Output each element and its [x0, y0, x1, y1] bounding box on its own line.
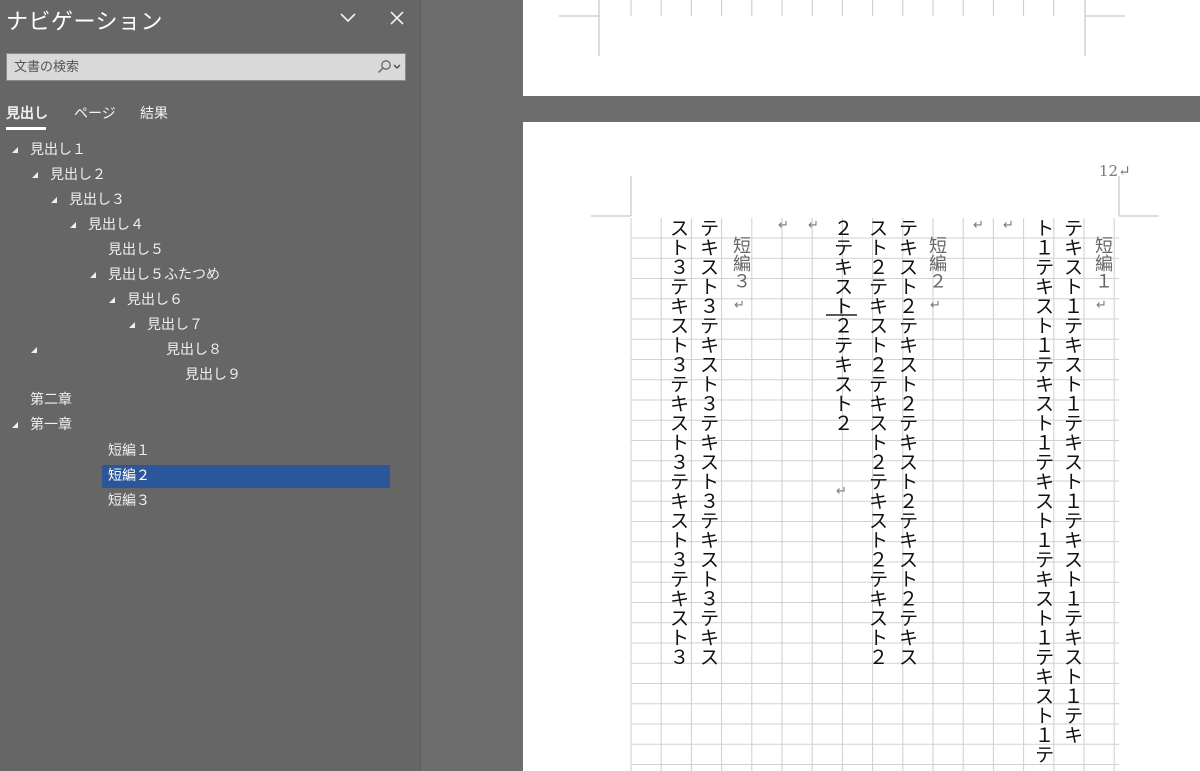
collapse-triangle-icon[interactable]: [11, 139, 21, 162]
search-button[interactable]: [371, 58, 403, 76]
search-input[interactable]: [7, 54, 367, 80]
navigation-pane: ナビゲーション 見出し ページ 結果 見出し１ 見出し２ 見出し３ 見出し４ 見出し５ 見…: [0, 0, 420, 771]
text-column: ト１テキスト１テキスト１テキスト１テキスト１テキスト１テ: [1031, 218, 1054, 764]
story-title: 短編１: [1092, 236, 1113, 290]
tree-item-label: 見出し４: [88, 217, 144, 233]
tree-item[interactable]: 第二章: [30, 389, 72, 412]
close-icon: [390, 11, 404, 25]
tab-results[interactable]: 結果: [140, 103, 168, 123]
tree-item-label: 見出し５ふたつめ: [108, 267, 220, 283]
tree-item-label: 見出し２: [50, 167, 106, 183]
tree-item[interactable]: 見出し８: [166, 339, 222, 362]
text-column: スト２テキスト２テキスト２テキスト２テキスト２: [865, 218, 888, 667]
collapse-triangle-icon[interactable]: [128, 314, 138, 337]
search-box: [6, 53, 406, 81]
tree-item-label: 第二章: [30, 392, 72, 408]
search-icon: [378, 60, 401, 73]
paragraph-mark-icon: ↵: [808, 218, 819, 233]
tree-item[interactable]: 見出し１: [30, 139, 86, 162]
tree-item-label: 見出し３: [69, 192, 125, 208]
tab-headings[interactable]: 見出し: [6, 103, 48, 123]
chevron-down-icon: [340, 13, 356, 23]
collapse-triangle-icon[interactable]: [31, 164, 41, 187]
tree-item[interactable]: 見出し５: [108, 239, 164, 262]
tab-pages[interactable]: ページ: [74, 103, 116, 123]
tree-item-label: 短編３: [108, 493, 150, 509]
tree-item[interactable]: 見出し６: [127, 289, 183, 312]
text-column: ２テキスト２テキスト２: [830, 218, 853, 433]
story-title: 短編３: [730, 236, 751, 290]
tree-item[interactable]: 見出し７: [147, 314, 203, 337]
tree-item-label: 見出し７: [147, 317, 203, 333]
tree-item-label: 見出し９: [185, 367, 241, 383]
paragraph-mark-icon: ↵: [930, 298, 941, 313]
collapse-triangle-icon[interactable]: [108, 289, 118, 312]
tree-item-label: 短編２: [108, 468, 150, 484]
pane-close-button[interactable]: [387, 8, 407, 28]
current-page: 12↵ テキスト１テキスト１テキスト１テキスト１テキスト１テキ ト１テキスト１テキ…: [523, 122, 1200, 771]
tree-item[interactable]: 見出し５ふたつめ: [108, 264, 220, 287]
collapse-triangle-icon[interactable]: [69, 214, 79, 237]
active-tab-indicator: [6, 127, 46, 130]
tree-item-label: 見出し１: [30, 142, 86, 158]
previous-page: [523, 0, 1200, 96]
tree-item[interactable]: 見出し９: [185, 364, 241, 387]
tree-item-label: 第一章: [30, 417, 72, 433]
tree-item[interactable]: 短編２: [102, 465, 390, 488]
tree-item[interactable]: 短編１: [108, 440, 150, 463]
collapse-triangle-icon[interactable]: [30, 339, 40, 362]
collapse-triangle-icon[interactable]: [89, 264, 99, 287]
paragraph-mark-icon: ↵: [1096, 298, 1107, 313]
paragraph-mark-icon: ↵: [1003, 218, 1014, 233]
tree-item[interactable]: 見出し４: [88, 214, 144, 237]
paragraph-mark-icon: ↵: [973, 218, 984, 233]
paragraph-mark-icon: ↵: [734, 298, 745, 313]
collapse-triangle-icon[interactable]: [50, 189, 60, 212]
page-number: 12↵: [1099, 162, 1131, 180]
tree-item-label: 見出し８: [166, 342, 222, 358]
tree-item-label: 短編１: [108, 443, 150, 459]
pane-title: ナビゲーション: [6, 10, 164, 35]
tree-item-label: 見出し５: [108, 242, 164, 258]
tree-item[interactable]: 短編３: [108, 490, 150, 513]
text-column: テキスト３テキスト３テキスト３テキスト３テキス: [696, 218, 719, 667]
tree-item[interactable]: 見出し２: [50, 164, 106, 187]
document-area[interactable]: 12↵ テキスト１テキスト１テキスト１テキスト１テキスト１テキ ト１テキスト１テキ…: [420, 0, 1200, 771]
paragraph-mark-icon: ↵: [778, 218, 789, 233]
text-column: スト３テキスト３テキスト３テキスト３テキスト３: [666, 218, 689, 667]
collapse-triangle-icon[interactable]: [11, 414, 21, 437]
tree-item[interactable]: 見出し３: [69, 189, 125, 212]
paragraph-mark-icon: ↵: [836, 484, 847, 499]
text-column: テキスト２テキスト２テキスト２テキスト２テキス: [895, 218, 918, 667]
pane-options-button[interactable]: [338, 8, 358, 28]
tree-item[interactable]: 第一章: [30, 414, 72, 437]
story-title: 短編２: [926, 236, 947, 290]
text-column: テキスト１テキスト１テキスト１テキスト１テキスト１テキ: [1060, 218, 1083, 745]
tree-item-label: 見出し６: [127, 292, 183, 308]
